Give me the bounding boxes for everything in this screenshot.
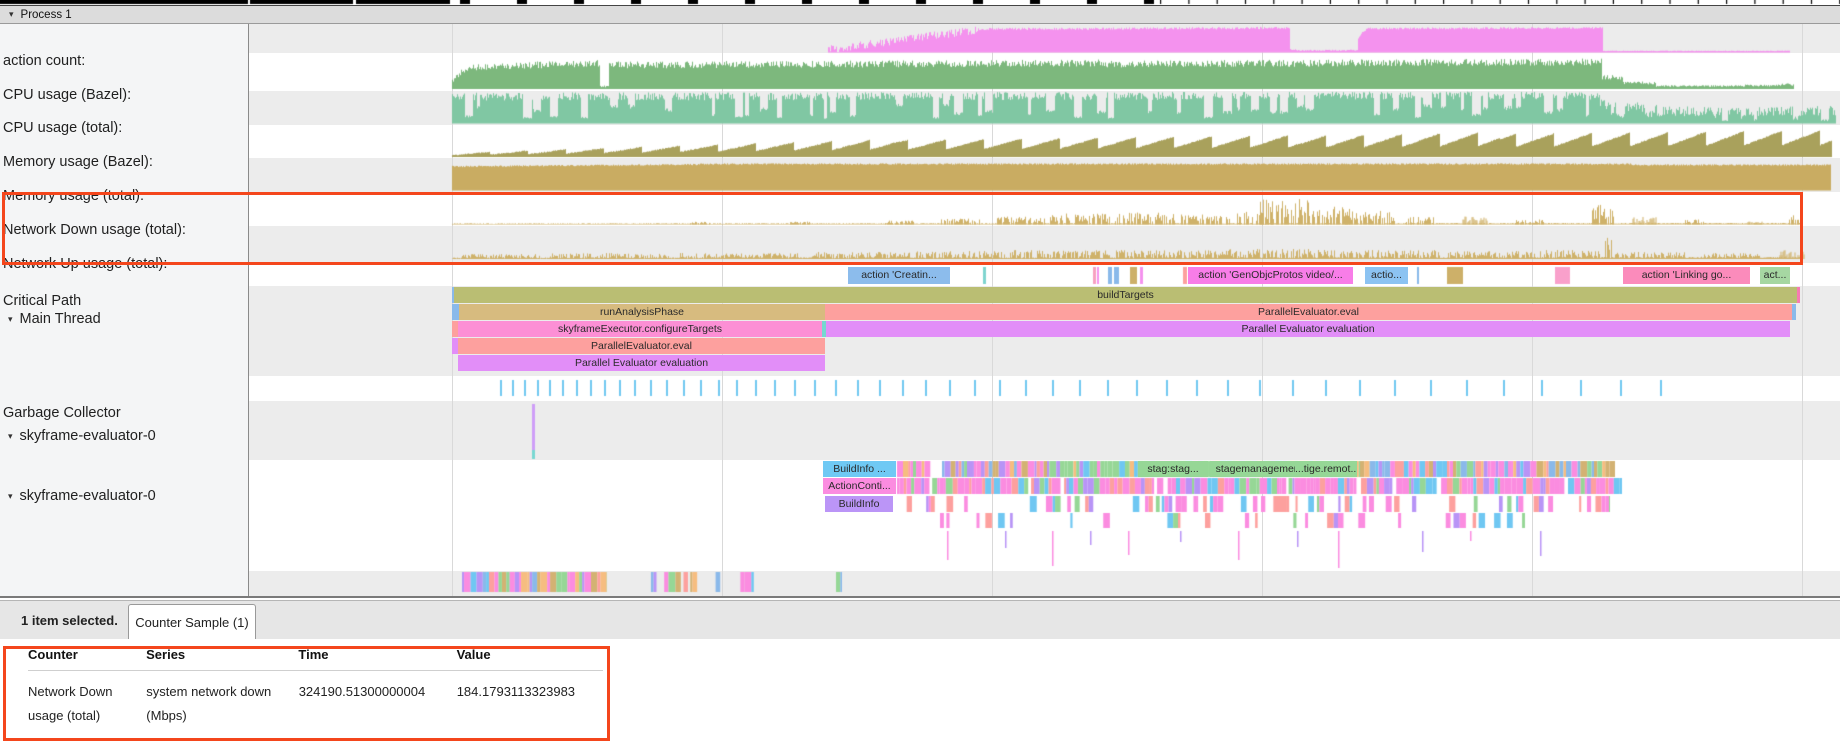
skyframe-evaluator-slice[interactable]: ...tige.remot...	[1295, 461, 1357, 477]
track-label-cpu-total[interactable]: CPU usage (total):	[3, 120, 122, 137]
track-label-cpu-bazel[interactable]: CPU usage (Bazel):	[3, 87, 131, 104]
main-thread-slice[interactable]	[1797, 287, 1800, 303]
main-thread-slice[interactable]: buildTargets	[454, 287, 1797, 303]
triangle-down-icon[interactable]: ▾	[8, 314, 13, 324]
main-thread-slice[interactable]	[1792, 304, 1796, 320]
critical-path-slice[interactable]: action 'Creatin...	[848, 267, 950, 284]
skyframe-evaluator-slice[interactable]: BuildInfo	[825, 496, 893, 512]
highlight-box-counter-table	[3, 646, 610, 741]
tab-counter-sample[interactable]: Counter Sample (1)	[128, 604, 256, 639]
critical-path-slice[interactable]: action 'Linking go...	[1623, 267, 1750, 284]
track-label-skyframe-evaluator-0-a[interactable]: ▾skyframe-evaluator-0	[8, 428, 156, 445]
triangle-down-icon[interactable]: ▾	[8, 431, 13, 441]
selection-strip: 1 item selected. Counter Sample (1)	[0, 600, 1840, 639]
track-label-action-count[interactable]: action count:	[3, 53, 85, 70]
main-thread-slice[interactable]: Parallel Evaluator evaluation	[826, 321, 1790, 337]
main-thread-slice[interactable]: Parallel Evaluator evaluation	[458, 355, 825, 371]
main-thread-slice[interactable]: skyframeExecutor.configureTargets	[458, 321, 822, 337]
skyframe-evaluator-slice[interactable]: BuildInfo ...	[823, 461, 896, 477]
track-label-garbage-collector[interactable]: Garbage Collector	[3, 405, 121, 422]
main-thread-slice[interactable]: ParallelEvaluator.eval	[458, 338, 825, 354]
skyframe-evaluator-slice[interactable]: stag:stag...	[1138, 461, 1208, 477]
main-thread-slice[interactable]	[452, 304, 459, 320]
trace-viewer: { "process_header": { "label": "Process …	[0, 0, 1840, 742]
main-thread-slice[interactable]: runAnalysisPhase	[459, 304, 825, 320]
triangle-down-icon[interactable]: ▾	[8, 491, 13, 501]
critical-path-slice[interactable]: action 'GenObjcProtos video/...	[1188, 267, 1353, 284]
process-group-label: Process 1	[21, 9, 72, 21]
triangle-down-icon[interactable]: ▾	[9, 9, 14, 20]
track-label-main-thread[interactable]: ▾Main Thread	[8, 311, 101, 328]
main-thread-slice[interactable]: ParallelEvaluator.eval	[825, 304, 1792, 320]
track-label-critical-path[interactable]: Critical Path	[3, 293, 81, 310]
details-panel: 1 item selected. Counter Sample (1) Coun…	[0, 596, 1840, 742]
process-group-header[interactable]: ▾ Process 1	[0, 5, 1840, 24]
critical-path-slice[interactable]: act...	[1760, 267, 1790, 284]
critical-path-slice[interactable]: actio...	[1365, 267, 1408, 284]
highlight-box-network-tracks	[2, 192, 1803, 265]
selection-status: 1 item selected.	[21, 601, 118, 640]
track-label-memory-bazel[interactable]: Memory usage (Bazel):	[3, 154, 153, 171]
track-label-skyframe-evaluator-0-b[interactable]: ▾skyframe-evaluator-0	[8, 488, 156, 505]
skyframe-evaluator-slice[interactable]: ActionConti...	[823, 478, 896, 494]
track-sidebar: action count: CPU usage (Bazel): CPU usa…	[0, 24, 249, 596]
